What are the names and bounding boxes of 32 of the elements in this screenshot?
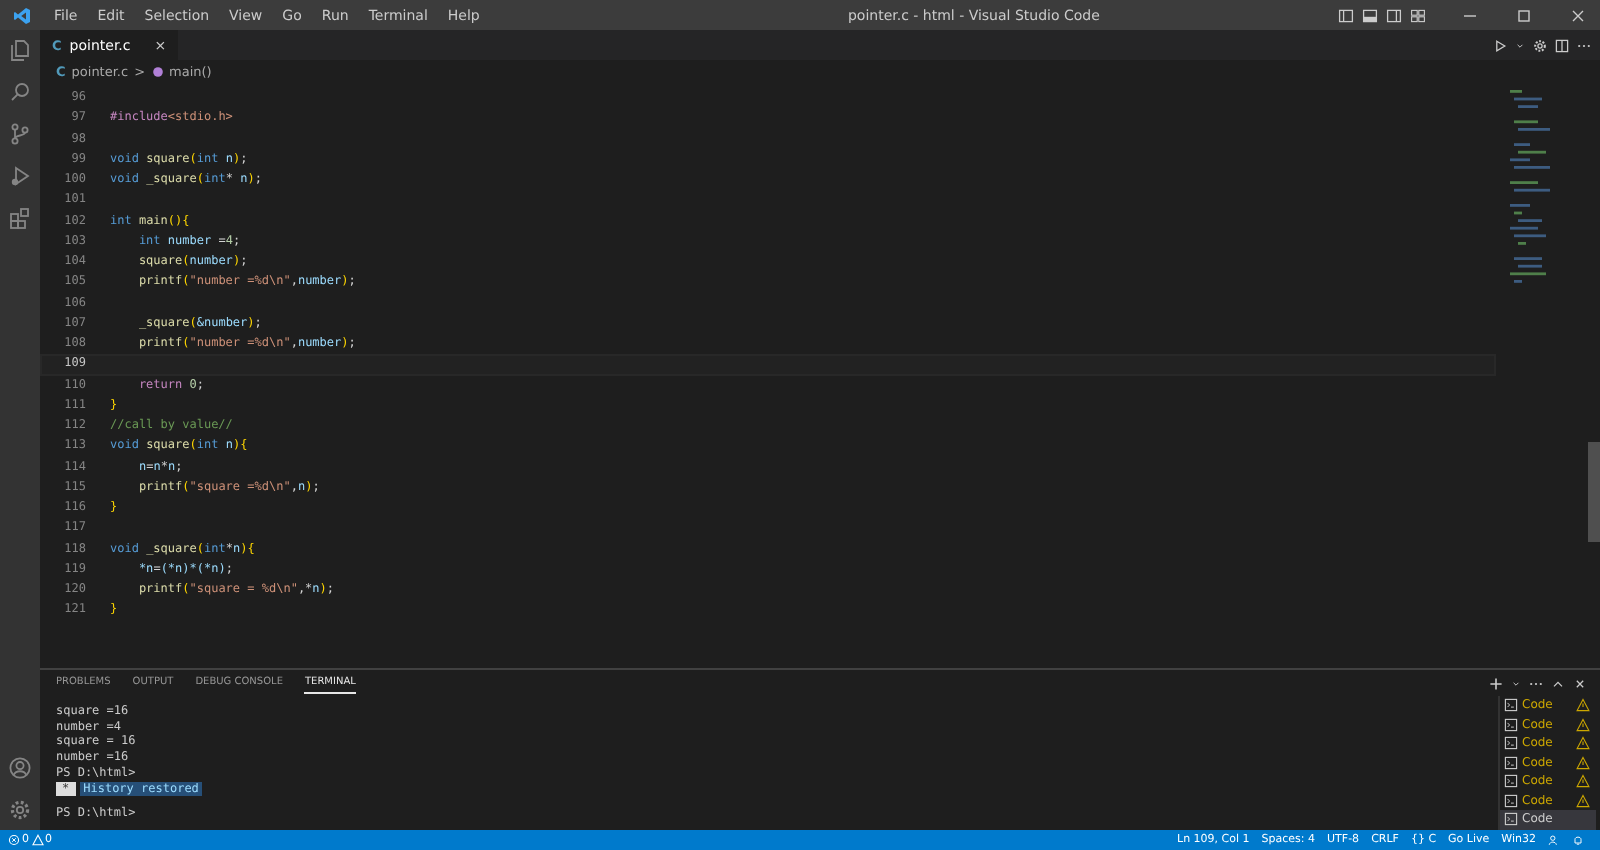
terminal-icon <box>1504 717 1518 732</box>
settings-icon[interactable] <box>1532 37 1548 53</box>
close-icon[interactable] <box>1572 675 1588 691</box>
chevron-down-icon[interactable] <box>1510 677 1522 689</box>
source-control-icon[interactable] <box>8 122 32 146</box>
close-icon[interactable] <box>1568 5 1588 25</box>
vscode-logo-icon <box>12 5 32 25</box>
search-icon[interactable] <box>8 80 32 104</box>
bell-icon[interactable] <box>1572 834 1584 846</box>
split-editor-icon[interactable] <box>1554 37 1570 53</box>
terminal-icon <box>1504 812 1518 827</box>
secondary-sidebar-icon[interactable] <box>1386 7 1402 23</box>
terminal-icon <box>1504 736 1518 751</box>
panel-toggle-icon[interactable] <box>1362 7 1378 23</box>
account-icon[interactable] <box>8 756 32 780</box>
extensions-icon[interactable] <box>8 206 32 230</box>
plus-icon[interactable] <box>1488 675 1504 691</box>
terminal-icon <box>1504 698 1518 713</box>
warning-icon <box>31 834 43 846</box>
scrollbar-thumb[interactable] <box>1588 442 1600 542</box>
files-icon[interactable] <box>8 38 32 62</box>
run-debug-icon[interactable] <box>8 164 32 188</box>
terminal-icon <box>1504 774 1518 789</box>
chevron-down-icon[interactable] <box>1514 39 1526 51</box>
layout-icon[interactable] <box>1410 7 1426 23</box>
terminal-icon <box>1504 793 1518 808</box>
maximize-icon[interactable] <box>1514 5 1534 25</box>
person-icon[interactable] <box>1548 834 1560 846</box>
sidebar-toggle-icon[interactable] <box>1338 7 1354 23</box>
run-icon[interactable] <box>1492 37 1508 53</box>
terminal-icon <box>1504 755 1518 770</box>
error-icon <box>8 834 20 846</box>
